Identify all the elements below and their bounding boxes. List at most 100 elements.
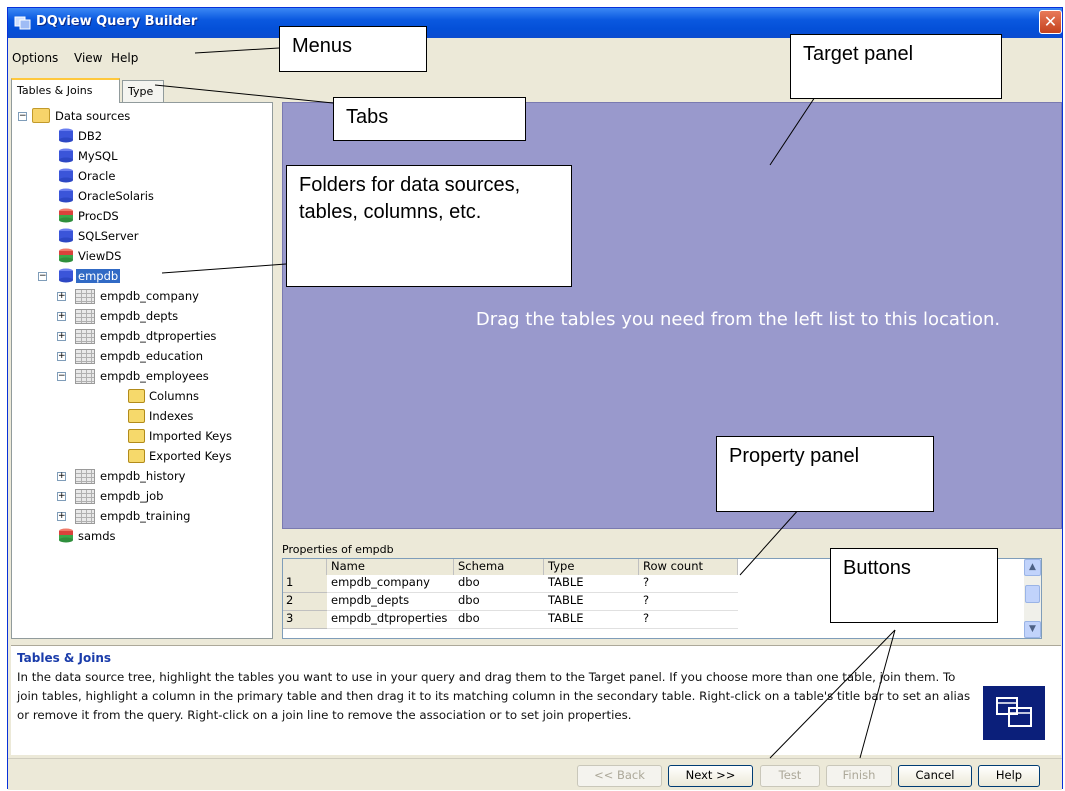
table-cell[interactable]: dbo <box>454 611 544 629</box>
tree-label: Exported Keys <box>149 449 232 463</box>
exported-keys-folder-icon <box>128 449 145 463</box>
next-button[interactable]: Next >> <box>668 765 753 787</box>
help-text: In the data source tree, highlight the t… <box>17 670 971 722</box>
tree-label: empdb_education <box>100 349 203 363</box>
row-number: 1 <box>283 575 327 593</box>
table-cell[interactable]: TABLE <box>544 575 639 593</box>
tree-item-empdb[interactable]: − empdb <box>38 267 238 285</box>
tree-label: Data sources <box>55 109 131 123</box>
table-icon <box>75 509 95 524</box>
tree-item-db2[interactable]: DB2 <box>58 127 258 145</box>
expand-icon[interactable]: + <box>57 332 66 341</box>
tree-item-mysql[interactable]: MySQL <box>58 147 258 165</box>
table-cell[interactable]: TABLE <box>544 593 639 611</box>
column-header-type[interactable]: Type <box>544 559 639 575</box>
scroll-thumb[interactable] <box>1025 585 1040 603</box>
folder-icon <box>32 108 50 123</box>
tree-label-selected: empdb <box>76 269 121 283</box>
tree-item-table[interactable]: + empdb_depts <box>57 307 272 325</box>
tables-joins-icon <box>983 686 1045 740</box>
finish-button[interactable]: Finish <box>826 765 892 787</box>
tree-item-indexes[interactable]: Indexes <box>128 407 268 425</box>
vertical-scrollbar[interactable]: ▲ ▼ <box>1024 559 1041 638</box>
column-header-row-count[interactable]: Row count <box>639 559 738 575</box>
tree-item-procds[interactable]: ProcDS <box>58 207 258 225</box>
table-cell[interactable]: dbo <box>454 593 544 611</box>
query-builder-window: DQview Query Builder ✕ Options View Help… <box>7 7 1063 790</box>
collapse-icon[interactable]: − <box>57 372 66 381</box>
collapse-icon[interactable]: − <box>18 112 27 121</box>
row-number: 2 <box>283 593 327 611</box>
tab-tables-joins[interactable]: Tables & Joins <box>11 78 120 103</box>
table-icon <box>75 309 95 324</box>
table-icon <box>75 329 95 344</box>
expand-icon[interactable]: + <box>57 352 66 361</box>
scroll-down-icon[interactable]: ▼ <box>1024 621 1041 638</box>
tree-item-samds[interactable]: samds <box>58 527 258 545</box>
tree-label: empdb_history <box>100 469 186 483</box>
table-cell[interactable]: ? <box>639 611 738 629</box>
help-panel: Tables & Joins In the data source tree, … <box>11 645 1061 755</box>
tree-item-viewds[interactable]: ViewDS <box>58 247 258 265</box>
table-icon <box>75 469 95 484</box>
indexes-folder-icon <box>128 409 145 423</box>
callout-menus: Menus <box>279 26 427 72</box>
callout-tabs: Tabs <box>333 97 526 141</box>
tree-label: Indexes <box>149 409 194 423</box>
tab-type[interactable]: Type <box>122 80 164 102</box>
menu-options[interactable]: Options <box>12 51 58 65</box>
expand-icon[interactable]: + <box>57 512 66 521</box>
cancel-button[interactable]: Cancel <box>898 765 972 787</box>
table-cell[interactable]: TABLE <box>544 611 639 629</box>
database-icon <box>59 128 73 143</box>
tree-item-oracle[interactable]: Oracle <box>58 167 258 185</box>
expand-icon[interactable]: + <box>57 292 66 301</box>
expand-icon[interactable]: + <box>57 312 66 321</box>
row-number: 3 <box>283 611 327 629</box>
table-cell[interactable]: dbo <box>454 575 544 593</box>
tree-label: Columns <box>149 389 200 403</box>
column-header-name[interactable]: Name <box>327 559 454 575</box>
tree-root[interactable]: − Data sources <box>18 107 218 125</box>
database-icon <box>59 268 73 283</box>
callout-property-panel: Property panel <box>716 436 934 512</box>
tree-item-table[interactable]: + empdb_company <box>57 287 272 305</box>
help-title: Tables & Joins <box>17 651 112 665</box>
test-button[interactable]: Test <box>760 765 820 787</box>
help-button[interactable]: Help <box>978 765 1040 787</box>
callout-folders: Folders for data sources, tables, column… <box>286 165 572 287</box>
table-cell[interactable]: empdb_depts <box>327 593 454 611</box>
expand-icon[interactable]: + <box>57 472 66 481</box>
tree-item-imported-keys[interactable]: Imported Keys <box>128 427 268 445</box>
menu-help[interactable]: Help <box>111 51 138 65</box>
column-header-schema[interactable]: Schema <box>454 559 544 575</box>
table-cell[interactable]: empdb_dtproperties <box>327 611 454 629</box>
tree-label: empdb_depts <box>100 309 179 323</box>
tree-label: ViewDS <box>78 249 122 263</box>
tree-item-table[interactable]: + empdb_training <box>57 507 272 525</box>
scroll-up-icon[interactable]: ▲ <box>1024 559 1041 576</box>
close-button[interactable]: ✕ <box>1039 10 1062 34</box>
expand-icon[interactable]: + <box>57 492 66 501</box>
database-icon <box>59 188 73 203</box>
tab-label: Type <box>128 85 154 98</box>
tree-item-columns[interactable]: Columns <box>128 387 268 405</box>
collapse-icon[interactable]: − <box>38 272 47 281</box>
table-cell[interactable]: empdb_company <box>327 575 454 593</box>
tree-item-exported-keys[interactable]: Exported Keys <box>128 447 268 465</box>
multi-database-icon <box>59 248 73 263</box>
table-cell[interactable]: ? <box>639 575 738 593</box>
data-source-tree[interactable]: − Data sources DB2 MySQL Oracle OracleSo… <box>11 102 273 639</box>
callout-target-panel: Target panel <box>790 34 1002 99</box>
back-button[interactable]: << Back <box>577 765 662 787</box>
tree-item-table[interactable]: + empdb_history <box>57 467 272 485</box>
tree-item-table[interactable]: + empdb_education <box>57 347 272 365</box>
table-cell[interactable]: ? <box>639 593 738 611</box>
tree-item-table[interactable]: + empdb_dtproperties <box>57 327 272 345</box>
tree-label: samds <box>78 529 116 543</box>
tree-item-table[interactable]: + empdb_job <box>57 487 272 505</box>
tree-item-oraclesolaris[interactable]: OracleSolaris <box>58 187 258 205</box>
menu-view[interactable]: View <box>74 51 102 65</box>
tree-item-table-expanded[interactable]: − empdb_employees <box>57 367 272 385</box>
tree-item-sqlserver[interactable]: SQLServer <box>58 227 258 245</box>
